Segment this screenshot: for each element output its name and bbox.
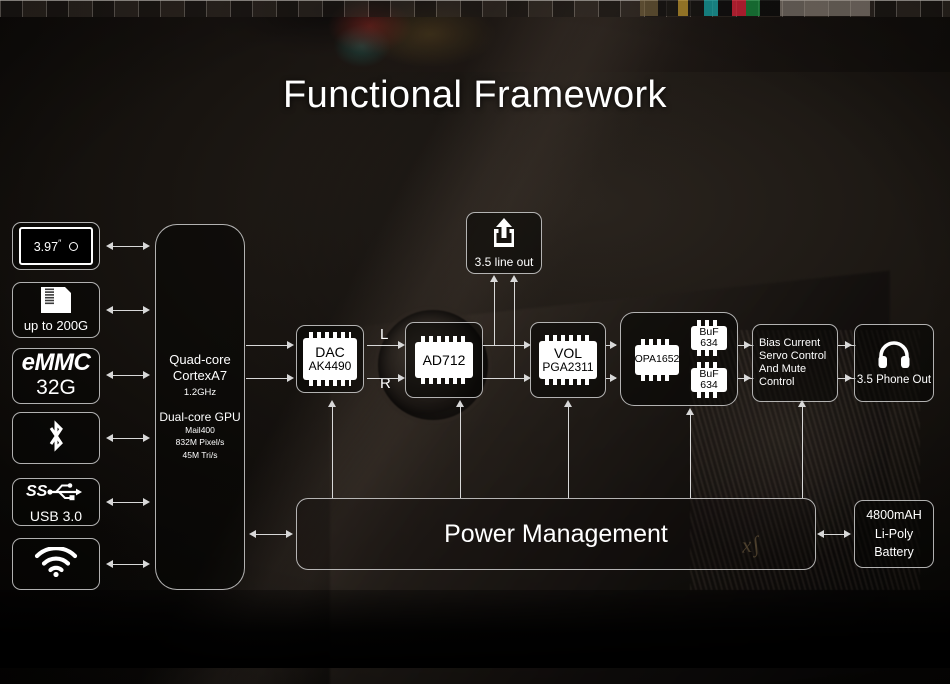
opamp-block[interactable]: AD712 <box>405 322 483 398</box>
cpu-core-label: Quad-core <box>169 352 231 368</box>
wifi-icon <box>34 545 78 582</box>
gpu-trirate-label: 45M Tri/s <box>182 450 218 461</box>
buffer-top-chip-icon: BuF 634 <box>691 320 727 356</box>
opamp-chip-icon: AD712 <box>415 336 473 384</box>
buffer-bottom-part-label: 634 <box>700 379 718 391</box>
gpu-model-label: Mail400 <box>185 424 215 435</box>
superspeed-usb-icon: SS <box>26 481 86 506</box>
screenshot-root: x ∫ Functional Framework 3.97″ up to 200… <box>0 0 950 684</box>
io-block-wifi[interactable] <box>12 538 100 590</box>
dac-chip-icon: DAC AK4490 <box>303 332 357 386</box>
io-block-usb[interactable]: SS USB 3.0 <box>12 478 100 526</box>
battery-block[interactable]: 4800mAH Li-Poly Battery <box>854 500 934 568</box>
phone-out-label: 3.5 Phone Out <box>856 373 932 386</box>
screen-home-dot-icon <box>69 241 79 251</box>
microsd-card-icon <box>39 286 73 319</box>
opamp-name-label: AD712 <box>422 351 466 368</box>
opa1652-chip-icon: OPA1652 <box>634 339 680 381</box>
volume-part-label: PGA2311 <box>542 360 594 375</box>
screen-icon: 3.97″ <box>19 227 93 265</box>
line-out-label: 3.5 line out <box>474 254 534 269</box>
io-block-display[interactable]: 3.97″ <box>12 222 100 270</box>
volume-block[interactable]: VOL PGA2311 <box>530 322 606 398</box>
display-size-value: 3.97 <box>33 240 59 255</box>
volume-chip-icon: VOL PGA2311 <box>539 335 597 385</box>
soc-block[interactable]: Quad-core CortexA7 1.2GHz Dual-core GPU … <box>155 224 245 590</box>
power-management-block[interactable]: Power Management <box>296 498 816 570</box>
emmc-label: eMMC <box>21 349 91 377</box>
buffer-bottom-chip-icon: BuF 634 <box>691 362 727 398</box>
page-title: Functional Framework <box>283 74 667 116</box>
io-block-emmc[interactable]: eMMC 32G <box>12 348 100 404</box>
battery-chemistry-label: Li-Poly <box>874 526 914 541</box>
cpu-family-label: CortexA7 <box>172 368 228 384</box>
bluetooth-icon <box>44 419 68 457</box>
opa1652-label: OPA1652 <box>634 353 680 366</box>
dac-block[interactable]: DAC AK4490 <box>296 325 364 393</box>
phone-out-block[interactable]: 3.5 Phone Out <box>854 324 934 402</box>
svg-text:SS: SS <box>26 483 48 500</box>
microsd-capacity-label: up to 200G <box>23 318 89 334</box>
usb-version-label: USB 3.0 <box>29 507 83 524</box>
battery-type-label: Battery <box>874 545 914 560</box>
line-out-block[interactable]: 3.5 line out <box>466 212 542 274</box>
headphone-icon <box>877 340 911 374</box>
gpu-fillrate-label: 832M Pixel/s <box>175 437 225 448</box>
io-block-microsd[interactable]: up to 200G <box>12 282 100 338</box>
bias-line-1: Bias Current <box>759 337 821 350</box>
emmc-capacity-label: 32G <box>36 376 76 400</box>
battery-capacity-label: 4800mAH <box>866 507 922 522</box>
amplifier-group-block[interactable]: OPA1652 BuF 634 BuF 634 <box>620 312 738 406</box>
cpu-clock-label: 1.2GHz <box>183 386 217 398</box>
dac-part-label: AK4490 <box>308 359 352 374</box>
bias-line-2: Servo Control <box>759 350 827 363</box>
gpu-core-label: Dual-core GPU <box>159 409 241 424</box>
power-management-label: Power Management <box>444 519 668 548</box>
dac-name-label: DAC <box>315 344 345 361</box>
channel-left-label: L <box>380 326 389 343</box>
io-block-bluetooth[interactable] <box>12 412 100 464</box>
bias-line-4: Control <box>759 375 795 388</box>
bias-line-3: And Mute <box>759 363 807 375</box>
functional-framework-diagram: Functional Framework 3.97″ up to 200G eM… <box>0 0 950 684</box>
share-up-icon <box>490 217 518 253</box>
buffer-top-part-label: 634 <box>700 337 718 349</box>
bias-control-block[interactable]: Bias Current Servo Control And Mute Cont… <box>752 324 838 402</box>
display-size-unit: ″ <box>58 237 62 248</box>
volume-name-label: VOL <box>553 345 582 362</box>
